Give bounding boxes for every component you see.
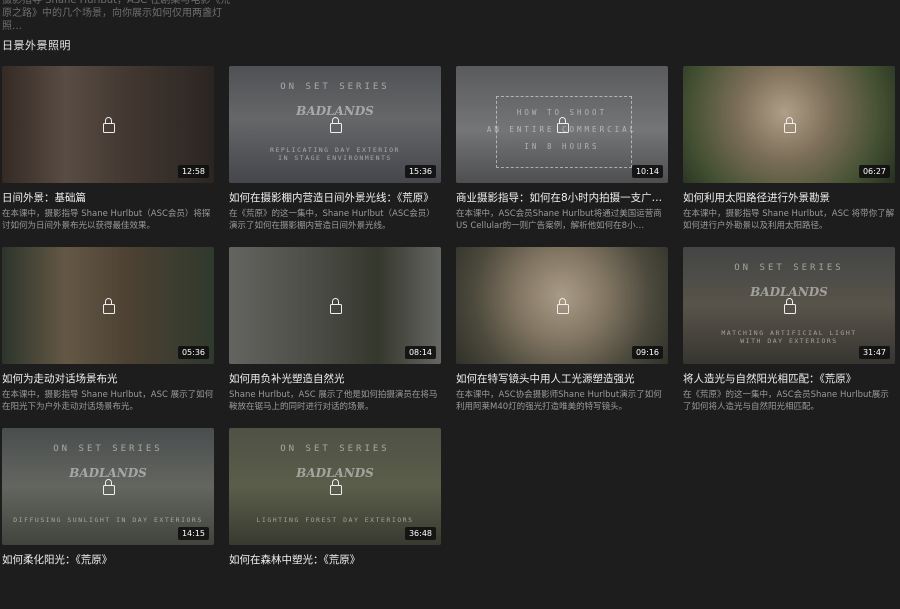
poster-subtitle: LIGHTING FOREST DAY EXTERIORS xyxy=(256,516,414,524)
lesson-description xyxy=(2,570,214,594)
lesson-card[interactable]: 08:14 如何用负补光塑造自然光 Shane Hurlbut，ASC 展示了他… xyxy=(229,247,441,428)
lesson-card[interactable]: ON SET SERIES BADLANDS LIGHTING FOREST D… xyxy=(229,428,441,609)
section-title: 日景外景照明 xyxy=(2,39,71,52)
lesson-card[interactable]: 12:58 日间外景：基础篇 在本课中，摄影指导 Shane Hurlbut（A… xyxy=(2,66,214,247)
lesson-description: 在本课中，摄影指导 Shane Hurlbut，ASC 将带你了解如何进行户外勘… xyxy=(683,209,895,231)
lock-icon xyxy=(330,478,342,495)
lesson-thumbnail[interactable]: ON SET SERIES BADLANDS REPLICATING DAY E… xyxy=(229,66,441,183)
lock-icon xyxy=(784,116,796,133)
lesson-thumbnail[interactable]: ON SET SERIES BADLANDS LIGHTING FOREST D… xyxy=(229,428,441,545)
intro-text: 摄影指导 Shane Hurlbut，ASC 在剧集与电影《荒原之路》中的几个场… xyxy=(2,0,231,32)
lock-icon xyxy=(784,297,796,314)
poster-series-label: ON SET SERIES xyxy=(280,444,390,454)
lesson-title[interactable]: 如何利用太阳路径进行外景勘景 xyxy=(683,190,895,205)
duration-badge: 15:36 xyxy=(404,165,436,178)
poster-series-label: ON SET SERIES xyxy=(53,444,163,454)
duration-badge: 05:36 xyxy=(177,346,209,359)
lesson-title[interactable]: 将人造光与自然阳光相匹配：《荒原》 xyxy=(683,371,895,386)
lesson-card[interactable]: 09:16 如何在特写镜头中用人工光源塑造强光 在本课中，ASC协会摄影师Sha… xyxy=(456,247,668,428)
lesson-grid: 12:58 日间外景：基础篇 在本课中，摄影指导 Shane Hurlbut（A… xyxy=(2,66,900,609)
duration-badge: 06:27 xyxy=(858,165,890,178)
lesson-thumbnail[interactable]: 12:58 xyxy=(2,66,214,183)
lesson-title[interactable]: 如何柔化阳光：《荒原》 xyxy=(2,552,214,567)
lesson-description: 在本课中，摄影指导 Shane Hurlbut（ASC会员）将探讨如何为日间外景… xyxy=(2,209,211,231)
poster-series-label: ON SET SERIES xyxy=(280,82,390,92)
lesson-description: 在《荒原》的这一集中，Shane Hurlbut（ASC会员）演示了如何在摄影棚… xyxy=(229,209,435,231)
lesson-card[interactable]: ON SET SERIES BADLANDS REPLICATING DAY E… xyxy=(229,66,441,247)
lesson-thumbnail[interactable]: HOW TO SHOOT AN ENTIRE COMMERCIAL IN 8 H… xyxy=(456,66,668,183)
lesson-description: 在本课中，ASC协会摄影师Shane Hurlbut演示了如何利用阿莱M40灯的… xyxy=(456,390,662,412)
lesson-thumbnail[interactable]: 05:36 xyxy=(2,247,214,364)
duration-badge: 10:14 xyxy=(631,165,663,178)
lock-icon xyxy=(330,116,342,133)
lesson-card[interactable]: ON SET SERIES BADLANDS MATCHING ARTIFICI… xyxy=(683,247,895,428)
lesson-thumbnail[interactable]: 06:27 xyxy=(683,66,895,183)
lesson-card[interactable]: ON SET SERIES BADLANDS DIFFUSING SUNLIGH… xyxy=(2,428,214,609)
poster-logo: BADLANDS xyxy=(296,104,374,118)
lesson-thumbnail[interactable]: 08:14 xyxy=(229,247,441,364)
poster-logo: BADLANDS xyxy=(69,466,147,480)
lesson-title[interactable]: 如何在特写镜头中用人工光源塑造强光 xyxy=(456,371,668,386)
lesson-card[interactable]: 06:27 如何利用太阳路径进行外景勘景 在本课中，摄影指导 Shane Hur… xyxy=(683,66,895,247)
lock-icon xyxy=(103,478,115,495)
lesson-thumbnail[interactable]: ON SET SERIES BADLANDS DIFFUSING SUNLIGH… xyxy=(2,428,214,545)
duration-badge: 12:58 xyxy=(177,165,209,178)
lesson-description xyxy=(229,570,441,594)
lesson-title[interactable]: 如何在森林中塑光：《荒原》 xyxy=(229,552,441,567)
duration-badge: 09:16 xyxy=(631,346,663,359)
lesson-description: Shane Hurlbut，ASC 展示了他是如何拍摄演员在将马鞍放在锯马上的同… xyxy=(229,390,438,412)
duration-badge: 31:47 xyxy=(858,346,890,359)
lock-icon xyxy=(557,297,569,314)
poster-logo: BADLANDS xyxy=(750,285,828,299)
duration-badge: 08:14 xyxy=(404,346,436,359)
lock-icon xyxy=(557,116,569,133)
poster-subtitle: DIFFUSING SUNLIGHT IN DAY EXTERIORS xyxy=(13,516,203,524)
poster-subtitle: REPLICATING DAY EXTERIOR IN STAGE ENVIRO… xyxy=(270,146,400,162)
lesson-card[interactable]: 05:36 如何为走动对话场景布光 在本课中，摄影指导 Shane Hurlbu… xyxy=(2,247,214,428)
lock-icon xyxy=(103,297,115,314)
duration-badge: 36:48 xyxy=(404,527,436,540)
lock-icon xyxy=(103,116,115,133)
lesson-card[interactable]: HOW TO SHOOT AN ENTIRE COMMERCIAL IN 8 H… xyxy=(456,66,668,247)
poster-series-label: ON SET SERIES xyxy=(734,263,844,273)
lesson-description: 在本课中，摄影指导 Shane Hurlbut，ASC 展示了如何在阳光下为户外… xyxy=(2,390,214,412)
lesson-thumbnail[interactable]: 09:16 xyxy=(456,247,668,364)
lesson-title[interactable]: 如何为走动对话场景布光 xyxy=(2,371,214,386)
duration-badge: 14:15 xyxy=(177,527,209,540)
lesson-title[interactable]: 商业摄影指导：如何在8小时内拍摄一支广… xyxy=(456,190,668,205)
poster-logo: BADLANDS xyxy=(296,466,374,480)
poster-subtitle: MATCHING ARTIFICIAL LIGHT WITH DAY EXTER… xyxy=(721,329,857,345)
lesson-title[interactable]: 日间外景：基础篇 xyxy=(2,190,214,205)
lesson-title[interactable]: 如何在摄影棚内营造日间外景光线：《荒原》 xyxy=(229,190,441,205)
lesson-description: 在《荒原》的这一集中，ASC会员Shane Hurlbut展示了如何将人造光与自… xyxy=(683,390,889,412)
lesson-title[interactable]: 如何用负补光塑造自然光 xyxy=(229,371,441,386)
lesson-thumbnail[interactable]: ON SET SERIES BADLANDS MATCHING ARTIFICI… xyxy=(683,247,895,364)
lesson-description: 在本课中，ASC会员Shane Hurlbut将通过美国运营商US Cellul… xyxy=(456,209,662,231)
lock-icon xyxy=(330,297,342,314)
